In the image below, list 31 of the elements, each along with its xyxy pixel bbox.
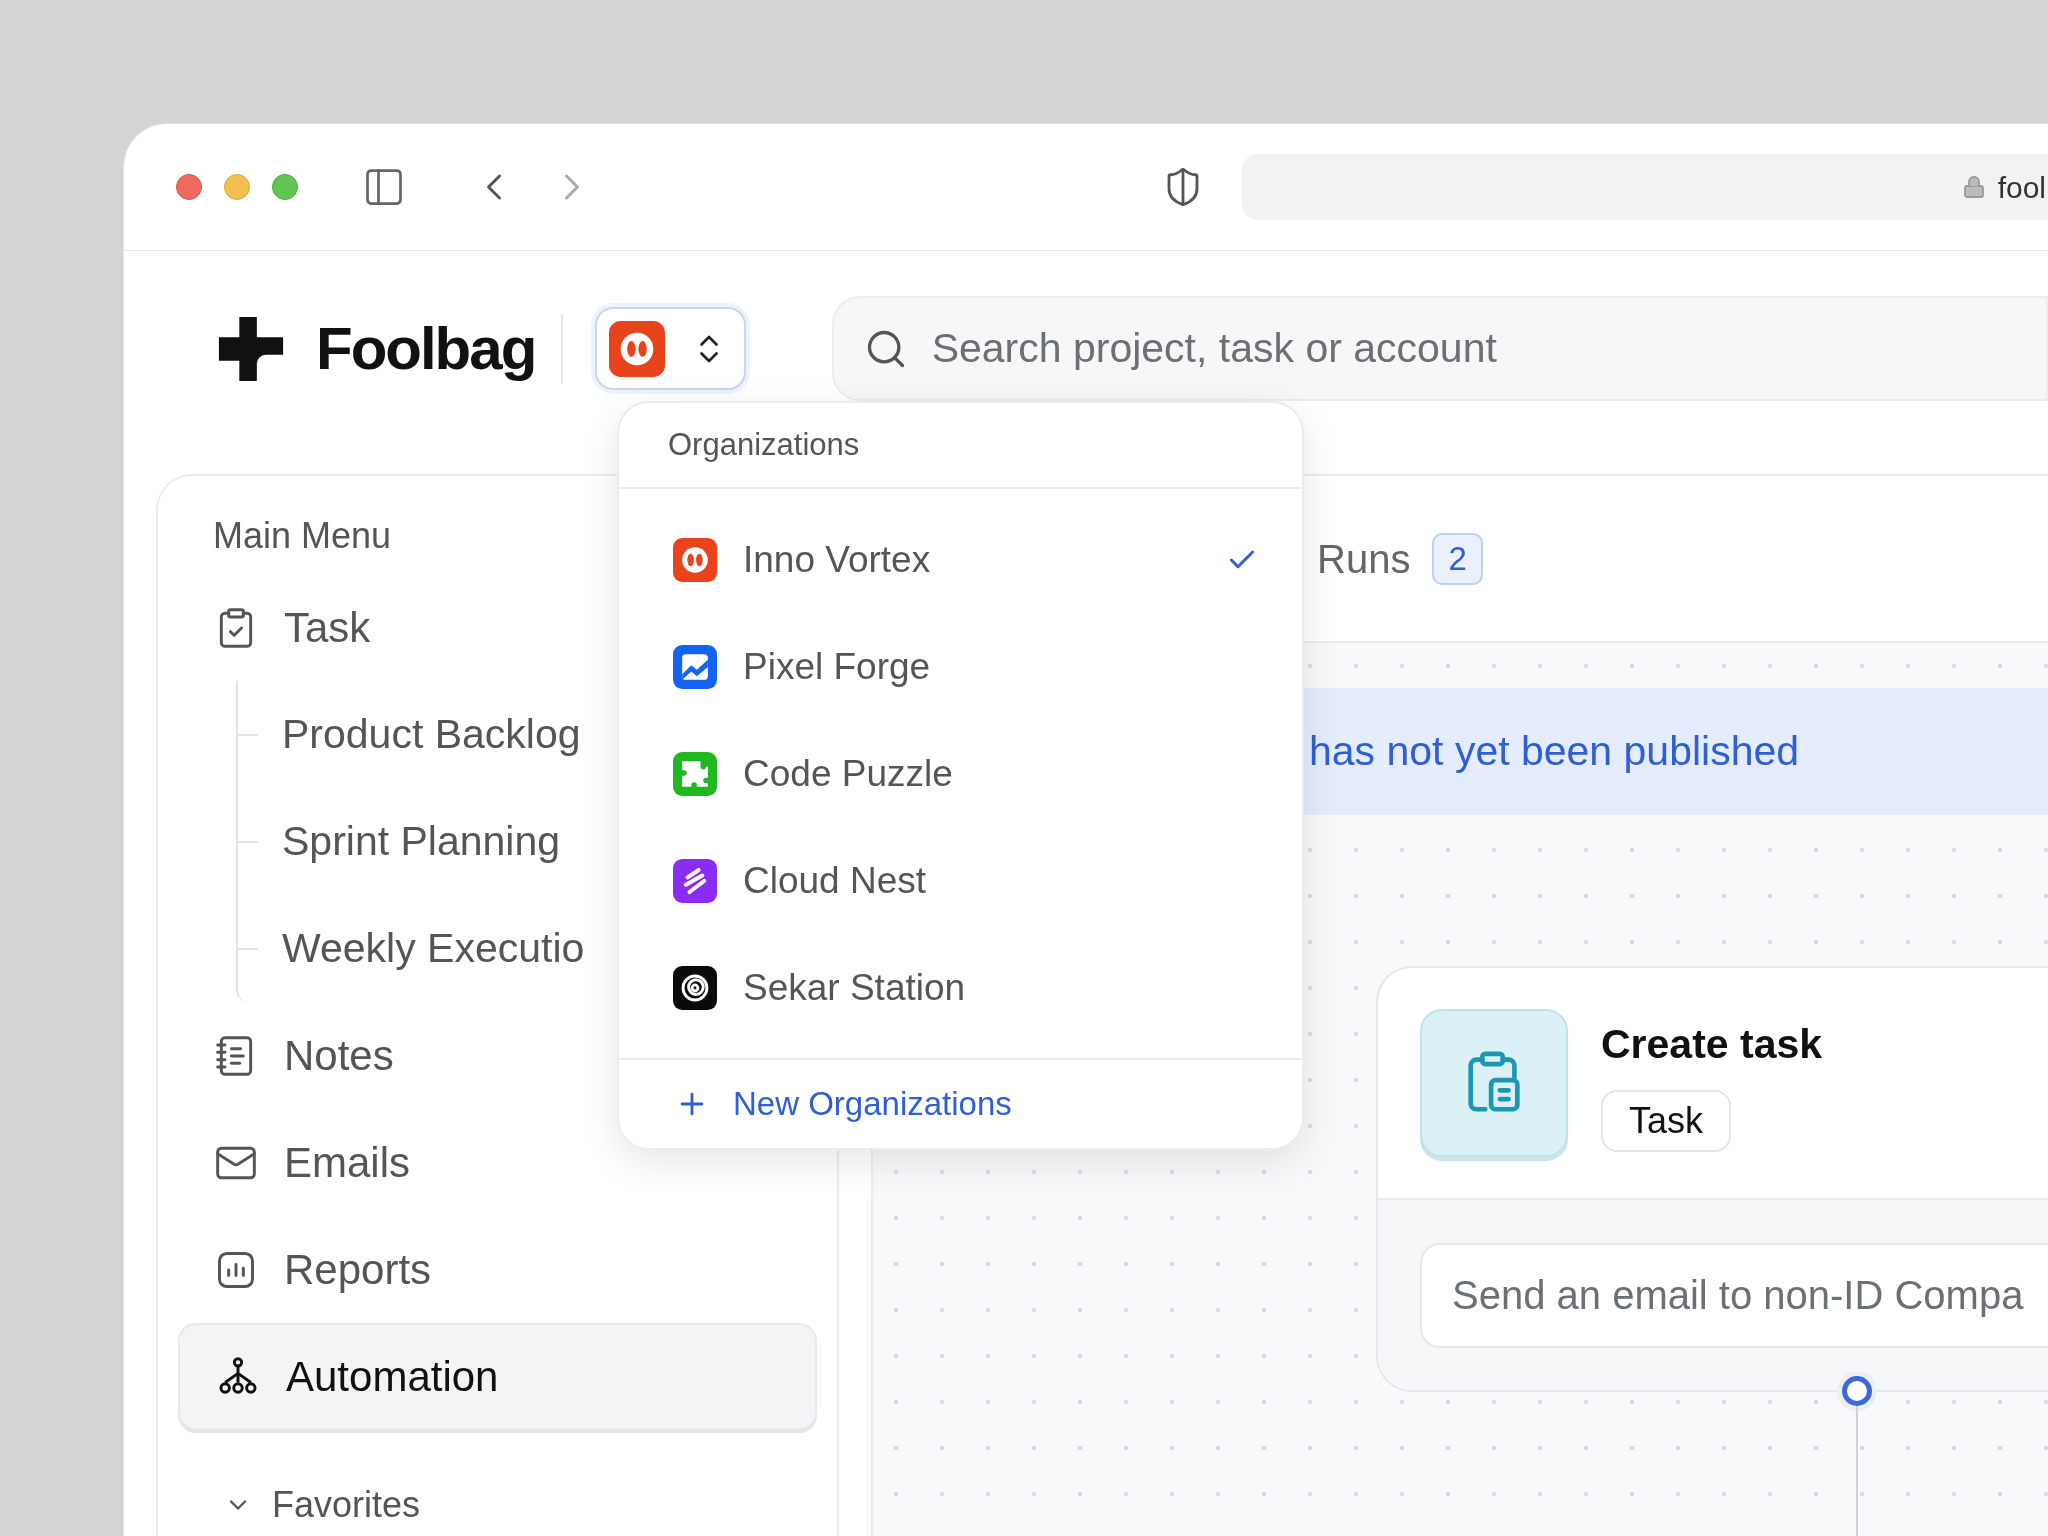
url-text: fool xyxy=(1997,169,2047,206)
sidebar-item[interactable]: Reports xyxy=(178,1216,817,1323)
new-organization-button[interactable]: New Organizations xyxy=(619,1060,1302,1148)
address-bar[interactable]: fool xyxy=(1242,154,2048,220)
sidebar-subitem[interactable]: Weekly Executio xyxy=(282,917,585,980)
organization-option[interactable]: Pixel Forge xyxy=(619,613,1302,720)
node-tag: Task xyxy=(1601,1089,1732,1152)
menu-heading: Main Menu xyxy=(213,514,392,558)
close-window-button[interactable] xyxy=(176,174,202,200)
maximize-window-button[interactable] xyxy=(272,174,298,200)
sidebar-subitem[interactable]: Product Backlog xyxy=(282,703,581,766)
org-logo-icon xyxy=(609,320,666,377)
node-card[interactable]: Create task Task Send an email to non-ID Compa xyxy=(1376,966,2048,1392)
sidebar-item[interactable]: Automation xyxy=(178,1323,817,1430)
organization-option[interactable]: Sekar Station xyxy=(619,934,1302,1041)
brand-name: Foolbag xyxy=(316,313,536,384)
node-title: Create task xyxy=(1601,1020,1823,1070)
tab[interactable]: Runs 2 xyxy=(1317,476,1483,641)
lock-icon xyxy=(1961,174,1986,200)
organization-option[interactable]: Code Puzzle xyxy=(619,720,1302,827)
sidebar-subitem[interactable]: Sprint Planning xyxy=(282,810,561,873)
count-badge: 2 xyxy=(1432,532,1483,585)
menu-heading: Organizations xyxy=(668,425,860,464)
action-field[interactable]: Send an email to non-ID Compa xyxy=(1420,1242,2048,1348)
organization-option[interactable]: Cloud Nest xyxy=(619,827,1302,934)
notice-text: has not yet been published xyxy=(1309,726,1800,776)
organization-option[interactable]: Inno Vortex xyxy=(619,506,1302,613)
favorites-toggle[interactable]: Favorites xyxy=(224,1478,421,1532)
search-field[interactable]: Search project, task or account xyxy=(931,317,2046,380)
minimize-window-button[interactable] xyxy=(224,174,250,200)
search-bar[interactable]: Search project, task or account xyxy=(831,296,2048,401)
